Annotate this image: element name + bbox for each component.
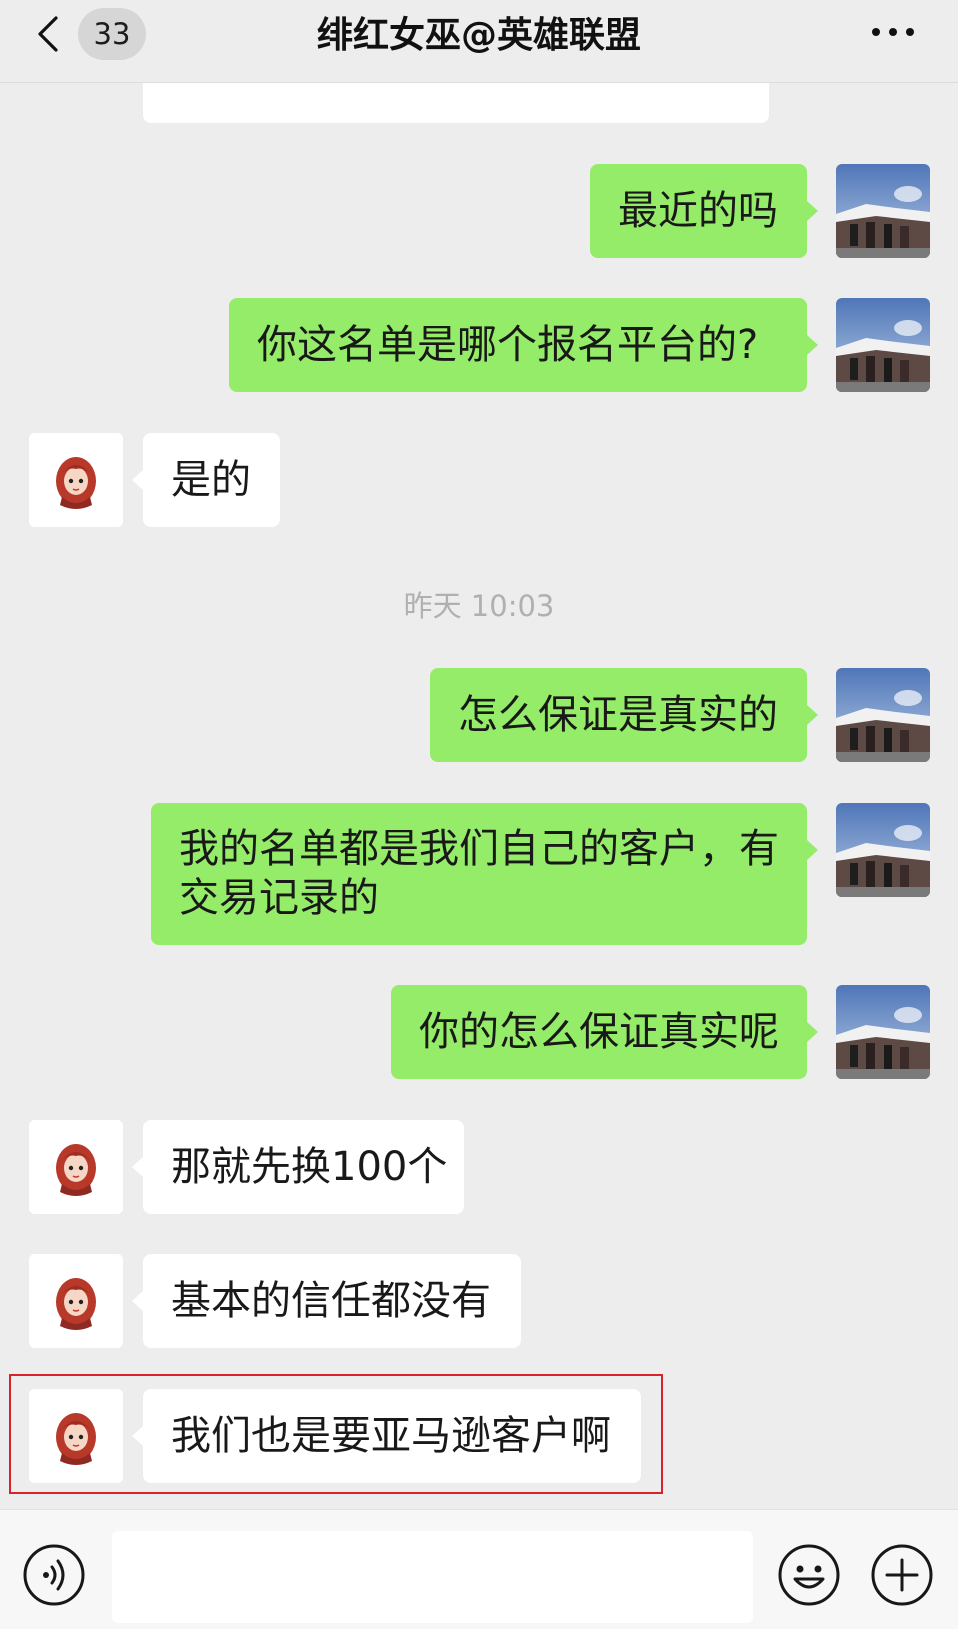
red-hair-girl-avatar-icon bbox=[29, 1389, 123, 1483]
more-dots-icon[interactable] bbox=[868, 22, 918, 42]
chevron-left-icon[interactable] bbox=[34, 14, 64, 54]
chat-timestamp: 昨天 10:03 bbox=[403, 589, 555, 623]
message-bubble-outgoing[interactable]: 怎么保证是真实的 bbox=[430, 668, 818, 762]
contact-avatar[interactable] bbox=[29, 433, 123, 527]
red-hair-girl-avatar-icon bbox=[29, 1120, 123, 1214]
message-bubble-incoming[interactable]: 我们也是要亚马逊客户啊 bbox=[132, 1389, 641, 1483]
my-avatar[interactable] bbox=[836, 164, 930, 258]
message-input[interactable] bbox=[112, 1531, 753, 1623]
contact-avatar[interactable] bbox=[29, 1120, 123, 1214]
my-avatar[interactable] bbox=[836, 298, 930, 392]
landscape-photo-icon bbox=[836, 668, 930, 762]
unread-count-badge[interactable]: 33 bbox=[78, 8, 146, 60]
voice-icon[interactable] bbox=[22, 1543, 86, 1607]
contact-avatar[interactable] bbox=[29, 1389, 123, 1483]
red-hair-girl-avatar-icon bbox=[29, 433, 123, 527]
chat-header: 33 绯红女巫@英雄联盟 bbox=[0, 0, 958, 83]
my-avatar[interactable] bbox=[836, 985, 930, 1079]
message-bubble-outgoing[interactable]: 我的名单都是我们自己的客户，有交易记录的 bbox=[151, 803, 818, 945]
plus-icon[interactable] bbox=[870, 1543, 934, 1607]
chat-input-bar bbox=[0, 1509, 958, 1629]
landscape-photo-icon bbox=[836, 298, 930, 392]
message-bubble-outgoing[interactable]: 你这名单是哪个报名平台的? bbox=[229, 298, 818, 392]
contact-avatar[interactable] bbox=[29, 1254, 123, 1348]
message-bubble-incoming[interactable]: 基本的信任都没有 bbox=[132, 1254, 521, 1348]
red-hair-girl-avatar-icon bbox=[29, 1254, 123, 1348]
message-bubble-outgoing[interactable]: 最近的吗 bbox=[590, 164, 818, 258]
landscape-photo-icon bbox=[836, 803, 930, 897]
message-bubble-outgoing[interactable]: 你的怎么保证真实呢 bbox=[391, 985, 818, 1079]
emoji-icon[interactable] bbox=[777, 1543, 841, 1607]
my-avatar[interactable] bbox=[836, 803, 930, 897]
message-bubble-incoming[interactable]: 那就先换100个 bbox=[132, 1120, 464, 1214]
chat-title: 绯红女巫@英雄联盟 bbox=[316, 15, 641, 56]
landscape-photo-icon bbox=[836, 164, 930, 258]
message-bubble-incoming[interactable]: 是的 bbox=[132, 433, 280, 527]
landscape-photo-icon bbox=[836, 985, 930, 1079]
my-avatar[interactable] bbox=[836, 668, 930, 762]
